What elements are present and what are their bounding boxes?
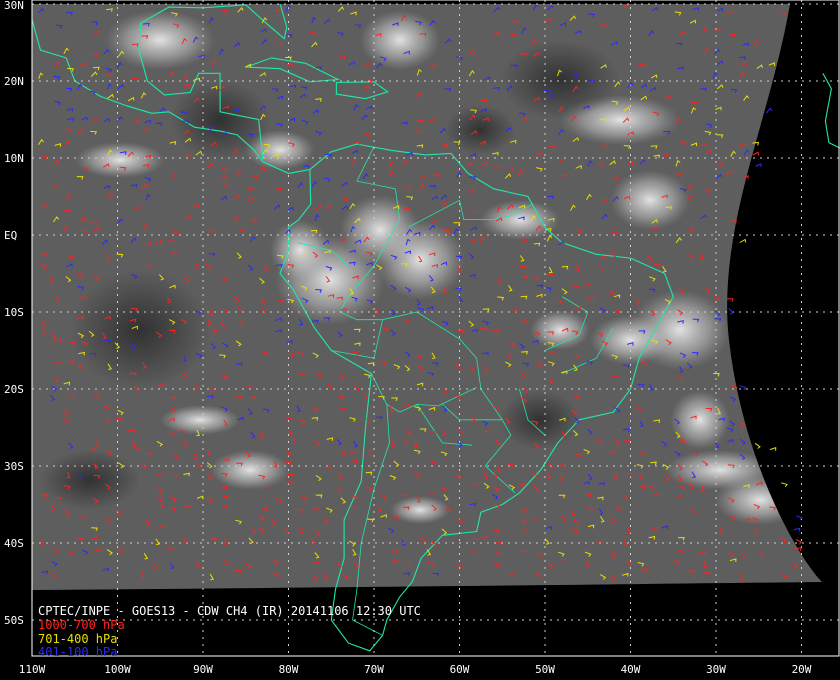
- lon-label: 50W: [535, 663, 555, 676]
- lat-label: 40S: [4, 537, 24, 550]
- lat-label: 10N: [4, 152, 24, 165]
- lon-label: 70W: [364, 663, 384, 676]
- legend-item-low: 1000-700 hPa: [38, 618, 125, 632]
- wind-barb: [726, 298, 734, 302]
- lon-label: 90W: [193, 663, 213, 676]
- lon-label: 60W: [449, 663, 470, 676]
- lon-label: 20W: [791, 663, 812, 676]
- lon-label: 80W: [278, 663, 299, 676]
- legend-item-mid: 701-400 hPa: [38, 632, 118, 646]
- lon-label: 100W: [104, 663, 131, 676]
- wind-barb: [793, 527, 801, 532]
- wind-barb: [755, 163, 762, 168]
- wind-barb: [796, 515, 803, 521]
- lat-label: 30S: [4, 460, 24, 473]
- lon-label: 30W: [706, 663, 726, 676]
- lat-label: 20N: [4, 75, 24, 88]
- wind-barb: [752, 151, 759, 156]
- lon-label: 110W: [18, 663, 46, 676]
- wind-barb: [754, 442, 761, 449]
- lat-label: 10S: [4, 306, 24, 319]
- lat-label: EQ: [4, 229, 18, 242]
- map-title: CPTEC/INPE - GOES13 - CDW CH4 (IR) 20141…: [38, 604, 421, 618]
- satellite-wind-map: 30N 20N 10N EQ 10S 20S 30S 40S 50S 110W 100W 90W 80…: [0, 0, 840, 680]
- map-canvas: [31, 0, 840, 657]
- wind-barb: [766, 107, 773, 114]
- wind-barb: [795, 539, 803, 545]
- lon-label: 40W: [620, 663, 641, 676]
- wind-barb: [781, 482, 788, 488]
- lat-label: 30N: [4, 0, 24, 12]
- legend-item-high: 401-100 hPa: [38, 645, 118, 659]
- lat-label: 20S: [4, 383, 24, 396]
- wind-barb: [769, 447, 777, 451]
- lat-label: 50S: [4, 614, 24, 627]
- wind-barb: [728, 308, 734, 315]
- wind-barb: [739, 238, 747, 243]
